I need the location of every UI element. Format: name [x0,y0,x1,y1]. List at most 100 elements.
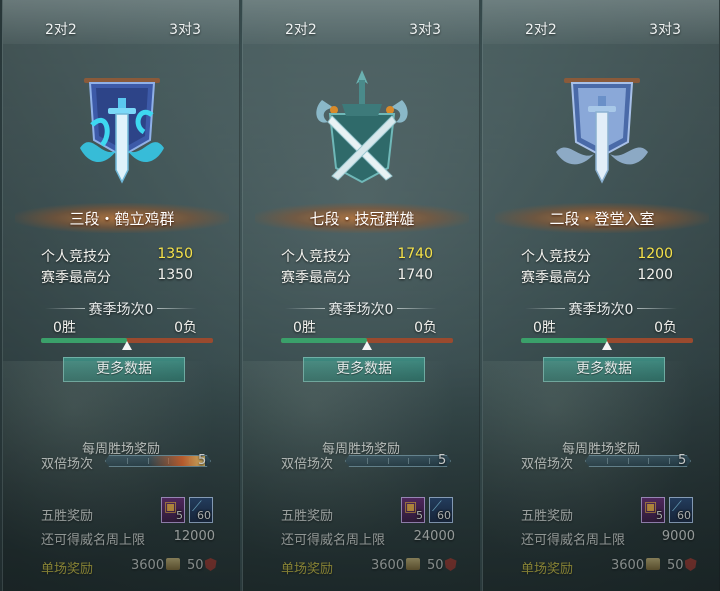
weekly-limit-label: 还可得威名周上限 [521,533,626,548]
personal-score-row: 个人竞技分 1740 [281,246,441,266]
personal-score-label: 个人竞技分 [521,249,591,265]
arena-panel-1: 2对2 3对3 七段・技冠群雄 个人竞技分 1740 赛季最高分 1740 赛季… [242,0,480,591]
double-matches-count: 5 [438,453,447,468]
season-matches: 赛季场次0 [568,302,634,318]
honor-amount: 50 [427,558,444,573]
season-high-label: 赛季最高分 [41,270,111,286]
weekly-limit-row: 还可得威名周上限 9000 [521,529,699,548]
double-matches-count: 5 [678,453,687,468]
rank-banner: 二段・登堂入室 [495,203,709,233]
weekly-limit-label: 还可得威名周上限 [281,533,386,548]
tab-2v2[interactable]: 2对2 [45,19,77,39]
banner-sword-icon [62,70,182,190]
arena-panel-0: 2对2 3对3 三段・鹤立鸡群 个人竞技分 1350 赛季最高分 1350 赛季… [2,0,240,591]
mode-tabs: 2对2 3对3 [3,0,239,44]
double-matches-label: 双倍场次 [281,457,334,472]
season-high-value: 1350 [157,267,193,283]
fire-effect [147,456,205,466]
five-win-reward-label: 五胜奖励 [281,509,334,524]
season-high-value: 1740 [397,267,433,283]
reward-chest-icon[interactable]: ▣ 5 [401,497,425,523]
weekly-limit-row: 还可得威名周上限 24000 [281,529,459,548]
weekly-limit-label: 还可得威名周上限 [41,533,146,548]
item2-count: 60 [677,509,691,522]
double-matches-label: 双倍场次 [521,457,574,472]
personal-score-row: 个人竞技分 1200 [521,246,681,266]
tab-3v3[interactable]: 3对3 [409,19,441,39]
coin-amount: 3600 [371,558,405,573]
losses-count: 0负 [654,320,677,336]
rank-banner: 七段・技冠群雄 [255,203,469,233]
season-high-row: 赛季最高分 1350 [41,267,201,287]
personal-score-value: 1740 [397,246,433,262]
honor-amount: 50 [667,558,684,573]
coin-icon [646,558,661,570]
honor-shield-icon [204,558,217,571]
reward-chest-icon[interactable]: ▣ 5 [641,497,665,523]
more-data-button[interactable]: 更多数据 [543,357,665,382]
losses-count: 0负 [174,320,197,336]
item2-count: 60 [197,509,211,522]
personal-score-value: 1200 [637,246,673,262]
personal-score-label: 个人竞技分 [281,249,351,265]
crossed-swords-crest-icon [302,70,422,190]
personal-score-label: 个人竞技分 [41,249,111,265]
ratio-marker-icon [602,341,612,350]
mode-tabs: 2对2 3对3 [243,0,479,44]
weekly-limit-value: 24000 [413,529,455,544]
season-high-label: 赛季最高分 [521,270,591,286]
rank-title: 七段・技冠群雄 [309,210,415,228]
item1-count: 5 [176,509,183,522]
honor-amount: 50 [187,558,204,573]
wins-count: 0胜 [533,320,556,336]
coin-icon [166,558,181,570]
tab-2v2[interactable]: 2对2 [285,19,317,39]
single-reward-label: 单场奖励 [521,562,574,577]
season-high-label: 赛季最高分 [281,270,351,286]
weekly-limit-value: 9000 [661,529,695,544]
single-reward-row: 单场奖励 3600 50 [41,558,223,577]
double-matches-count: 5 [198,453,207,468]
reward-scroll-icon[interactable]: ⟋ 60 [189,497,213,523]
season-matches: 赛季场次0 [328,302,394,318]
single-reward-row: 单场奖励 3600 50 [521,558,703,577]
single-reward-row: 单场奖励 3600 50 [281,558,463,577]
single-reward-label: 单场奖励 [41,562,94,577]
ratio-marker-icon [122,341,132,350]
rank-banner: 三段・鹤立鸡群 [15,203,229,233]
reward-scroll-icon[interactable]: ⟋ 60 [429,497,453,523]
weekly-limit-row: 还可得威名周上限 12000 [41,529,219,548]
coin-amount: 3600 [131,558,165,573]
ratio-marker-icon [362,341,372,350]
losses-count: 0负 [414,320,437,336]
double-matches-bar [585,455,691,467]
coin-icon [406,558,421,570]
personal-score-value: 1350 [157,246,193,262]
single-reward-label: 单场奖励 [281,562,334,577]
mode-tabs: 2对2 3对3 [483,0,719,44]
win-fill [521,338,607,343]
arena-root: 2对2 3对3 三段・鹤立鸡群 个人竞技分 1350 赛季最高分 1350 赛季… [0,0,720,591]
tab-3v3[interactable]: 3对3 [169,19,201,39]
five-win-reward-label: 五胜奖励 [521,509,574,524]
weekly-limit-value: 12000 [173,529,215,544]
coin-amount: 3600 [611,558,645,573]
tab-2v2[interactable]: 2对2 [525,19,557,39]
reward-scroll-icon[interactable]: ⟋ 60 [669,497,693,523]
season-high-row: 赛季最高分 1740 [281,267,441,287]
honor-shield-icon [444,558,457,571]
item2-count: 60 [437,509,451,522]
season-matches: 赛季场次0 [88,302,154,318]
item1-count: 5 [416,509,423,522]
rank-title: 三段・鹤立鸡群 [69,210,175,228]
more-data-button[interactable]: 更多数据 [63,357,185,382]
reward-chest-icon[interactable]: ▣ 5 [161,497,185,523]
wins-count: 0胜 [293,320,316,336]
arena-panel-2: 2对2 3对3 二段・登堂入室 个人竞技分 1200 赛季最高分 1200 赛季… [482,0,720,591]
more-data-button[interactable]: 更多数据 [303,357,425,382]
honor-shield-icon [684,558,697,571]
tab-3v3[interactable]: 3对3 [649,19,681,39]
win-fill [41,338,127,343]
wins-count: 0胜 [53,320,76,336]
five-win-reward-label: 五胜奖励 [41,509,94,524]
